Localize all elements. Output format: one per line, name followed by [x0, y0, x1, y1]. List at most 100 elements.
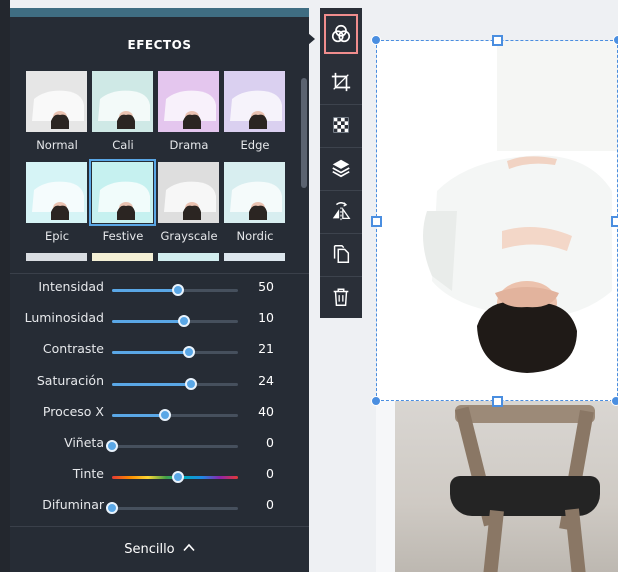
- filter-scrollbar[interactable]: [301, 78, 307, 188]
- resize-handle-bottom[interactable]: [492, 396, 503, 407]
- crop-icon: [331, 72, 351, 92]
- slider-track[interactable]: [112, 284, 238, 296]
- slider-knob[interactable]: [171, 471, 184, 483]
- duplicate-icon: [333, 245, 350, 263]
- filter-label: Festive: [102, 229, 144, 243]
- slider-knob[interactable]: [177, 315, 190, 327]
- slider-track[interactable]: [112, 471, 238, 483]
- slider-label: Viñeta: [64, 435, 104, 450]
- filter-label: Nordic: [236, 229, 274, 243]
- filter-thumbnail[interactable]: [158, 162, 219, 223]
- slider-track[interactable]: [112, 378, 238, 390]
- image-toolbar: [320, 8, 362, 318]
- resize-handle-bottom-right[interactable]: [611, 396, 618, 406]
- transparency-icon: [333, 117, 349, 133]
- slider-value: 50: [258, 279, 274, 294]
- filter-label: Cali: [112, 138, 134, 152]
- slider-value: 0: [266, 497, 274, 512]
- resize-handle-left[interactable]: [371, 216, 382, 227]
- slider-fill: [112, 351, 189, 354]
- slider-knob[interactable]: [106, 440, 118, 452]
- chair-photo[interactable]: [395, 400, 618, 572]
- slider-label: Difuminar: [42, 497, 104, 512]
- slider-knob[interactable]: [171, 284, 184, 296]
- slider-label: Tinte: [72, 466, 104, 481]
- layers-button[interactable]: [320, 147, 362, 189]
- filter-thumbnail[interactable]: [224, 162, 285, 223]
- slider-label: Intensidad: [38, 279, 104, 294]
- slider-label: Proceso X: [42, 404, 104, 419]
- panel-divider: [10, 526, 309, 527]
- selection-border: [376, 40, 618, 401]
- delete-button[interactable]: [320, 276, 362, 318]
- flip-button[interactable]: [320, 190, 362, 232]
- panel-top-accent: [10, 8, 309, 17]
- filter-preview: [224, 71, 285, 132]
- filter-preview: [26, 71, 87, 132]
- filter-preview: [92, 71, 153, 132]
- panel-pointer: [308, 33, 315, 45]
- filter-thumbnail[interactable]: [224, 71, 285, 132]
- filter-thumbnail[interactable]: [26, 162, 87, 223]
- trash-icon: [333, 288, 349, 306]
- slider-fill: [112, 383, 192, 386]
- slider-fill: [112, 289, 178, 292]
- slider-track[interactable]: [112, 409, 238, 421]
- simple-mode-label: Sencillo: [124, 542, 175, 557]
- filter-label: Edge: [240, 138, 270, 152]
- slider-value: 0: [266, 466, 274, 481]
- slider-knob[interactable]: [182, 346, 195, 358]
- resize-handle-bottom-left[interactable]: [371, 396, 381, 406]
- slider-fill: [112, 414, 165, 417]
- flip-icon: [332, 202, 351, 221]
- effects-panel: EFECTOS Normal Cali Drama Edge Epic Festive Gr…: [10, 8, 309, 572]
- filter-preview: [224, 162, 285, 223]
- filter-thumbnail-partial[interactable]: [92, 253, 153, 261]
- panel-divider: [10, 273, 309, 274]
- crop-button[interactable]: [320, 61, 362, 103]
- slider-knob[interactable]: [158, 409, 171, 421]
- effects-button[interactable]: [324, 14, 358, 54]
- resize-handle-top-right[interactable]: [613, 35, 618, 45]
- simple-mode-toggle[interactable]: Sencillo: [10, 542, 309, 557]
- chair-back: [455, 405, 595, 423]
- slider-track[interactable]: [112, 315, 238, 327]
- slider-value: 21: [258, 341, 274, 356]
- chair-leg: [565, 508, 587, 572]
- filter-preview: [92, 162, 153, 223]
- resize-handle-top[interactable]: [492, 35, 503, 46]
- slider-track[interactable]: [106, 502, 238, 514]
- slider-label: Luminosidad: [24, 310, 104, 325]
- filter-label: Grayscale: [160, 229, 218, 243]
- slider-value: 40: [258, 404, 274, 419]
- slider-value: 10: [258, 310, 274, 325]
- filter-thumbnail[interactable]: [26, 71, 87, 132]
- background-strip: [0, 0, 10, 572]
- filter-thumbnail-partial[interactable]: [158, 253, 219, 261]
- layers-icon: [332, 159, 350, 178]
- slider-value: 24: [258, 373, 274, 388]
- slider-track[interactable]: [106, 440, 238, 452]
- filter-thumbnail[interactable]: [89, 159, 156, 226]
- resize-handle-top-left[interactable]: [371, 35, 381, 45]
- slider-fill: [112, 320, 184, 323]
- filter-label: Epic: [44, 229, 70, 243]
- chevron-up-icon: [183, 543, 195, 552]
- slider-label: Contraste: [42, 341, 104, 356]
- filter-preview: [158, 71, 219, 132]
- filter-label: Drama: [169, 138, 209, 152]
- duplicate-button[interactable]: [320, 233, 362, 275]
- filter-thumbnail-partial[interactable]: [224, 253, 285, 261]
- slider-track[interactable]: [112, 346, 238, 358]
- effects-icon: [331, 24, 351, 43]
- panel-title: EFECTOS: [127, 38, 192, 52]
- slider-knob[interactable]: [106, 502, 118, 514]
- filter-thumbnail-partial[interactable]: [26, 253, 87, 261]
- slider-label: Saturación: [36, 373, 104, 388]
- resize-handle-right[interactable]: [611, 216, 618, 227]
- transparency-button[interactable]: [320, 104, 362, 146]
- filter-thumbnail[interactable]: [92, 71, 153, 132]
- filter-thumbnail[interactable]: [158, 71, 219, 132]
- slider-knob[interactable]: [185, 378, 198, 390]
- filter-label: Normal: [36, 138, 78, 152]
